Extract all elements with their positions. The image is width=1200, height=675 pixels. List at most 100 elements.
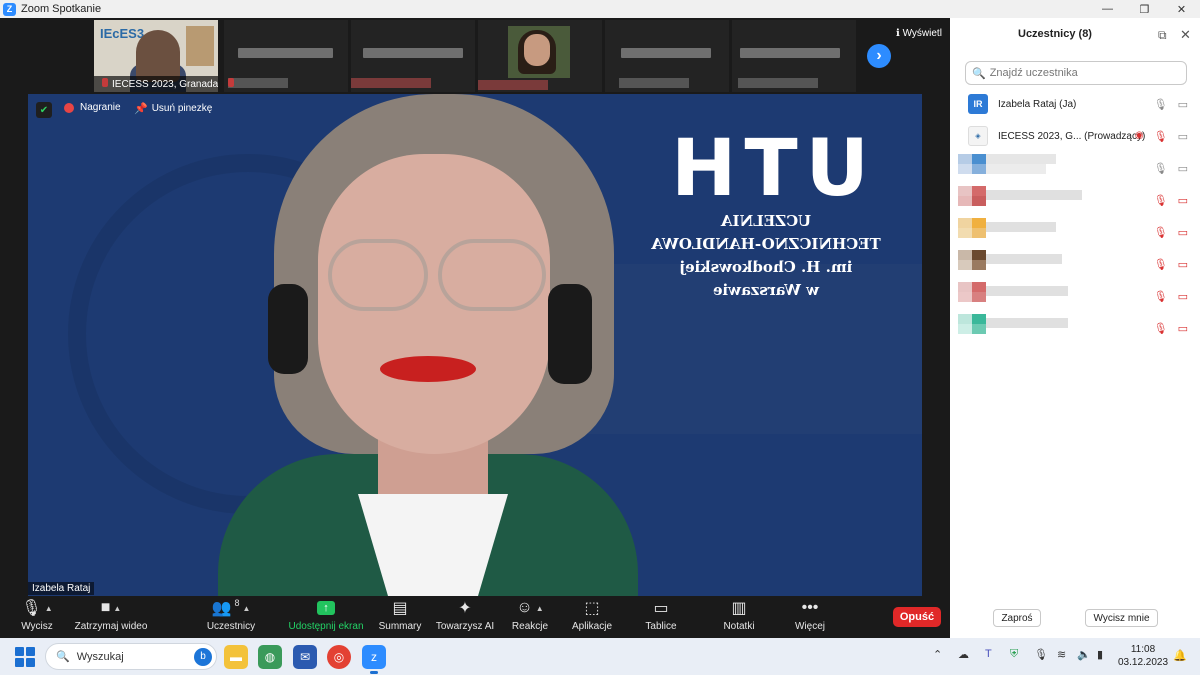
mute-me-button[interactable]: Wycisz mnie (1085, 609, 1158, 627)
headphone-left (268, 284, 308, 374)
security-shield-icon[interactable]: ✔ (36, 102, 52, 118)
speaker-name-tag: Izabela Rataj (28, 582, 95, 595)
participant-row[interactable]: ◈ IECESS 2023, G... (Prowadzący) ◉ 🎙 ▭ (950, 122, 1200, 150)
participants-panel: Uczestnicy (8) ⧉ ✕ 🔍 Znajdź uczestnika I… (950, 18, 1200, 638)
invite-button[interactable]: Zaproś (993, 609, 1041, 627)
video-camera-icon[interactable]: ▭ (1178, 130, 1188, 143)
clock-date: 03.12.2023 (1118, 657, 1169, 668)
headphone-right (548, 284, 592, 384)
participant-icons-row: 🎙 ▭ (950, 186, 1200, 214)
notes-icon: ▥ (731, 600, 747, 617)
taskbar-search[interactable]: 🔍 Wyszukaj b (45, 643, 217, 670)
view-menu[interactable]: ℹ Wyświetl (896, 28, 942, 39)
meeting-area: IEcES3 IECESS 2023, Granada... › ℹ Wyświ… (0, 18, 950, 638)
participant-thumbnail-hidden[interactable] (732, 20, 856, 92)
logo-text: UTH (663, 124, 869, 214)
building-background (186, 26, 214, 66)
whiteboards-button[interactable]: ▭ Tablice (618, 598, 704, 632)
video-off-icon[interactable]: ▭ (1178, 322, 1188, 335)
search-placeholder: Znajdź uczestnika (989, 67, 1078, 79)
windows-start-icon[interactable] (15, 647, 35, 667)
chrome-icon[interactable]: ◎ (327, 645, 351, 669)
search-icon: 🔍 (972, 67, 986, 80)
muted-mic-icon[interactable]: 🎙 (1154, 322, 1168, 335)
reaction-icon: ☺ (516, 599, 533, 616)
thumbnail-name: IECESS 2023, Granada... (112, 79, 218, 90)
speaker-lips (380, 356, 476, 382)
recording-indicator[interactable]: Nagranie (64, 102, 121, 113)
meeting-toolbar: 🎙 ▲ Wycisz ■ ▲ Zatrzymaj wideo 👥 8 ▲ Uczestn… (0, 596, 950, 638)
chevron-up-icon[interactable]: ▲ (536, 604, 544, 613)
microphone-icon[interactable]: 🎙 (1154, 162, 1168, 175)
close-panel-icon[interactable]: ✕ (1180, 27, 1191, 43)
participant-row[interactable]: IR Izabela Rataj (Ja) 🎙 ▭ (950, 90, 1200, 118)
panel-title: Uczestnicy (8) (1018, 28, 1092, 40)
participant-icons-row: 🎙 ▭ (950, 314, 1200, 342)
muted-mic-icon[interactable]: 🎙 (1154, 226, 1168, 239)
clock-time: 11:08 (1130, 644, 1156, 655)
muted-mic-icon[interactable]: 🎙 (1154, 290, 1168, 303)
muted-mic-icon[interactable]: 🎙 (1154, 194, 1168, 207)
shield-icon[interactable]: ⛨ (1010, 648, 1018, 661)
notification-bell-icon[interactable]: 🔔 (1173, 649, 1187, 662)
clock[interactable]: 11:08 03.12.2023 (1118, 643, 1168, 669)
participant-search-input[interactable]: 🔍 Znajdź uczestnika (965, 61, 1187, 85)
chevron-up-icon[interactable]: ▲ (45, 604, 53, 613)
close-window-button[interactable]: ✕ (1163, 3, 1200, 16)
microphone-icon[interactable]: 🎙 (1154, 98, 1168, 111)
participants-count: 8 (234, 598, 240, 608)
share-screen-icon: ↑ (317, 601, 335, 615)
video-camera-icon: ■ (100, 599, 111, 616)
zoom-taskbar-icon[interactable]: z (362, 645, 386, 674)
taskbar: 🔍 Wyszukaj b ▬ ◍ ✉ ◎ z ⌃ ☁ T ⛨ 🎙 ≋ 🔈 ▮ 1… (0, 638, 1200, 675)
globe-app-icon[interactable]: ◍ (258, 645, 282, 669)
person-face (524, 34, 550, 66)
participant-thumbnail-hidden[interactable] (351, 20, 475, 92)
teams-icon[interactable]: T (985, 648, 992, 660)
next-page-button[interactable]: › (867, 44, 891, 68)
minimize-button[interactable]: — (1089, 3, 1126, 16)
video-off-icon[interactable]: ▭ (1178, 290, 1188, 303)
university-logo: UTH UCZELNIA TECHNICZNO-HANDLOWA im. H. … (646, 124, 886, 300)
volume-icon[interactable]: 🔈 (1077, 648, 1091, 661)
participant-thumbnail-hidden[interactable] (605, 20, 729, 92)
pin-icon: 📌 (134, 103, 148, 115)
stop-video-button[interactable]: ■ ▲ Zatrzymaj wideo (68, 598, 154, 632)
participant-name: IECESS 2023, G... (Prowadzący) (998, 130, 1146, 142)
participant-thumbnail[interactable] (478, 20, 602, 92)
person-head (136, 30, 180, 82)
chevron-up-icon[interactable]: ▲ (113, 604, 121, 613)
wifi-icon[interactable]: ≋ (1057, 648, 1066, 661)
unpin-button[interactable]: 📌 Usuń pinezkę (134, 102, 212, 115)
battery-icon[interactable]: ▮ (1097, 648, 1103, 661)
summary-icon: ▤ (392, 600, 408, 617)
cloud-icon[interactable]: ☁ (958, 648, 969, 661)
conference-logo: IEcES3 (100, 26, 145, 41)
muted-mic-icon[interactable]: 🎙 (1154, 258, 1168, 271)
chevron-up-icon[interactable]: ⌃ (933, 648, 942, 661)
leave-button[interactable]: Opuść (893, 607, 941, 627)
participant-icons-row: 🎙 ▭ (950, 282, 1200, 310)
search-icon: 🔍 (56, 651, 70, 663)
participant-thumbnail[interactable]: IEcES3 IECESS 2023, Granada... (94, 20, 218, 92)
zoom-logo-icon: Z (3, 2, 16, 16)
pop-out-icon[interactable]: ⧉ (1158, 28, 1167, 43)
thumbnail-strip: IEcES3 IECESS 2023, Granada... › ℹ Wyświ… (0, 18, 950, 94)
participant-icons-row: 🎙 ▭ (950, 250, 1200, 278)
outlook-icon[interactable]: ✉ (293, 645, 317, 669)
more-button[interactable]: ••• Więcej (767, 598, 853, 632)
video-camera-icon[interactable]: ▭ (1178, 98, 1188, 111)
participant-thumbnail-hidden[interactable] (224, 20, 348, 92)
participants-button[interactable]: 👥 8 ▲ Uczestnicy (188, 598, 274, 632)
muted-mic-icon[interactable]: 🎙 (1154, 130, 1168, 143)
video-off-icon[interactable]: ▭ (1178, 194, 1188, 207)
video-off-icon[interactable]: ▭ (1178, 226, 1188, 239)
video-off-icon[interactable]: ▭ (1178, 258, 1188, 271)
file-explorer-icon[interactable]: ▬ (224, 645, 248, 669)
logo-line: UCZELNIA (720, 212, 812, 230)
bing-icon[interactable]: b (194, 647, 212, 666)
microphone-icon[interactable]: 🎙 (1034, 648, 1048, 661)
maximize-button[interactable]: ❐ (1126, 3, 1163, 16)
video-camera-icon[interactable]: ▭ (1178, 162, 1188, 175)
chevron-up-icon[interactable]: ▲ (243, 604, 251, 613)
